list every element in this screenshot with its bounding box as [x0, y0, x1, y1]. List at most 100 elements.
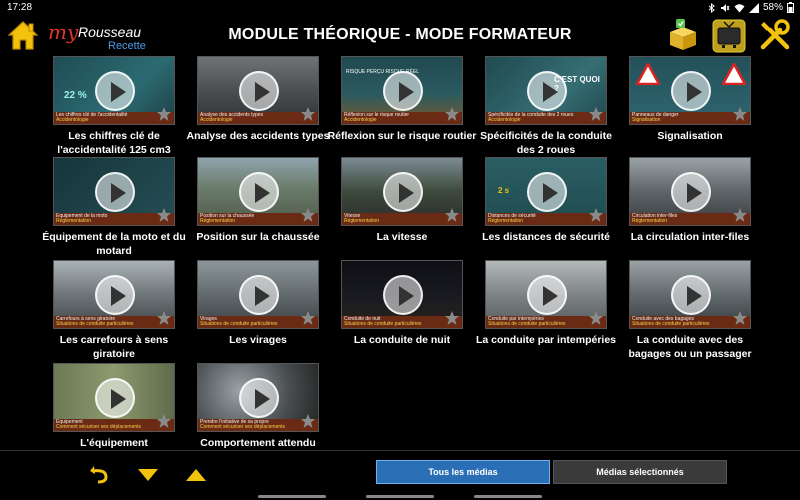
media-tile[interactable]: C'EST QUOI ? Spécificités de la conduite…: [480, 56, 612, 157]
logo-my: my: [48, 20, 79, 44]
tv-icon[interactable]: [712, 19, 746, 53]
tile-label: Analyse des accidents types: [186, 130, 330, 142]
tile-label: Position sur la chaussée: [196, 231, 320, 243]
play-icon[interactable]: [239, 71, 279, 111]
play-icon[interactable]: [383, 71, 423, 111]
media-thumbnail[interactable]: Équipement Comment sécuriser ses déplacem…: [53, 363, 175, 432]
star-icon[interactable]: [444, 207, 460, 223]
star-icon[interactable]: [588, 310, 604, 326]
media-tile[interactable]: Position sur la chaussée Réglementation P…: [196, 157, 320, 244]
selected-media-button[interactable]: Médias sélectionnés: [553, 460, 727, 484]
star-icon[interactable]: [588, 207, 604, 223]
play-icon[interactable]: [527, 172, 567, 212]
media-tile[interactable]: Circulation inter-files Réglementation La…: [629, 157, 751, 244]
star-icon[interactable]: [588, 106, 604, 122]
star-icon[interactable]: [300, 106, 316, 122]
media-tile[interactable]: Panneaux de danger Signalisation Signalis…: [629, 56, 751, 143]
media-thumbnail[interactable]: Conduite avec des bagages Situations de c…: [629, 260, 751, 329]
media-thumbnail[interactable]: Vitesse Réglementation: [341, 157, 463, 226]
media-grid: 22 % Les chiffres clé de l'accidentalité…: [0, 56, 800, 450]
play-icon[interactable]: [239, 378, 279, 418]
home-icon[interactable]: [6, 18, 40, 52]
play-icon[interactable]: [527, 275, 567, 315]
tile-label: La circulation inter-files: [630, 231, 750, 243]
star-icon[interactable]: [156, 413, 172, 429]
media-thumbnail[interactable]: 22 % Les chiffres clé de l'accidentalité…: [53, 56, 175, 125]
media-tile[interactable]: 2 s Distances de sécurité Réglementation …: [482, 157, 610, 244]
star-icon[interactable]: [444, 106, 460, 122]
media-thumbnail[interactable]: Carrefours à sens giratoire Situations de…: [53, 260, 175, 329]
play-icon[interactable]: [95, 275, 135, 315]
media-thumbnail[interactable]: C'EST QUOI ? Spécificités de la conduite…: [485, 56, 607, 125]
media-thumbnail[interactable]: Virages Situations de conduite particuliè…: [197, 260, 319, 329]
media-thumbnail[interactable]: Circulation inter-files Réglementation: [629, 157, 751, 226]
media-tile[interactable]: Vitesse Réglementation La vitesse: [341, 157, 463, 244]
media-thumbnail[interactable]: Prendre l'initiative de sa propre Comment…: [197, 363, 319, 432]
media-tile[interactable]: Prendre l'initiative de sa propre Comment…: [197, 363, 319, 450]
tile-label: Spécificités de la conduite des 2 roues: [480, 130, 612, 156]
tile-label: L'équipement: [80, 437, 148, 449]
media-tile[interactable]: 22 % Les chiffres clé de l'accidentalité…: [53, 56, 175, 157]
media-thumbnail[interactable]: Analyse des accidents types Accidentologi…: [197, 56, 319, 125]
media-thumbnail[interactable]: Conduite par intempéries Situations de co…: [485, 260, 607, 329]
play-icon[interactable]: [239, 275, 279, 315]
media-thumbnail[interactable]: RISQUE PERÇU RISQUE RÉEL Réflexion sur l…: [341, 56, 463, 125]
undo-icon[interactable]: [88, 463, 112, 485]
play-icon[interactable]: [671, 172, 711, 212]
star-icon[interactable]: [300, 207, 316, 223]
media-thumbnail[interactable]: 2 s Distances de sécurité Réglementation: [485, 157, 607, 226]
box-icon[interactable]: [666, 18, 700, 52]
media-tile[interactable]: Carrefours à sens giratoire Situations de…: [53, 260, 175, 361]
tile-label: La conduite de nuit: [353, 334, 451, 346]
play-icon[interactable]: [239, 172, 279, 212]
media-tile[interactable]: Conduite de nuit Situations de conduite p…: [341, 260, 463, 347]
star-icon[interactable]: [732, 106, 748, 122]
star-icon[interactable]: [444, 310, 460, 326]
star-icon[interactable]: [156, 106, 172, 122]
tile-label: Les chiffres clé de l'accidentalité 125 …: [57, 130, 171, 156]
app-logo: my Rousseau Recette: [48, 20, 148, 54]
play-icon[interactable]: [95, 71, 135, 111]
arrow-down-icon[interactable]: [136, 463, 160, 485]
logo-brand: Rousseau: [78, 24, 142, 40]
play-icon[interactable]: [383, 275, 423, 315]
tile-label: Les virages: [229, 334, 287, 346]
wifi-icon: [734, 3, 745, 12]
play-icon[interactable]: [671, 71, 711, 111]
all-media-button[interactable]: Tous les médias: [376, 460, 550, 484]
status-bar: 17:28 58%: [0, 0, 800, 16]
star-icon[interactable]: [732, 310, 748, 326]
media-tile[interactable]: Conduite par intempéries Situations de co…: [476, 260, 616, 347]
star-icon[interactable]: [156, 310, 172, 326]
media-tile[interactable]: RISQUE PERÇU RISQUE RÉEL Réflexion sur l…: [328, 56, 476, 143]
media-tile[interactable]: Équipement Comment sécuriser ses déplacem…: [53, 363, 175, 450]
nav-gesture-handle: [258, 495, 326, 498]
media-tile[interactable]: Virages Situations de conduite particuliè…: [197, 260, 319, 347]
tile-label: Comportement attendu: [200, 437, 316, 449]
play-icon[interactable]: [527, 71, 567, 111]
play-icon[interactable]: [383, 172, 423, 212]
bluetooth-icon: [708, 2, 715, 13]
battery-icon: [787, 2, 794, 13]
tile-label: La vitesse: [376, 231, 428, 243]
star-icon[interactable]: [732, 207, 748, 223]
status-icons: 58%: [708, 2, 794, 13]
play-icon[interactable]: [95, 378, 135, 418]
media-thumbnail[interactable]: Panneaux de danger Signalisation: [629, 56, 751, 125]
star-icon[interactable]: [300, 413, 316, 429]
nav-gesture-handle: [366, 495, 434, 498]
media-thumbnail[interactable]: Équipement de la moto Réglementation: [53, 157, 175, 226]
arrow-up-icon[interactable]: [184, 463, 208, 485]
media-thumbnail[interactable]: Position sur la chaussée Réglementation: [197, 157, 319, 226]
media-tile[interactable]: Analyse des accidents types Accidentologi…: [187, 56, 330, 143]
tile-label: Réflexion sur le risque routier: [327, 130, 477, 142]
play-icon[interactable]: [671, 275, 711, 315]
play-icon[interactable]: [95, 172, 135, 212]
tools-icon[interactable]: [758, 18, 792, 52]
star-icon[interactable]: [156, 207, 172, 223]
media-thumbnail[interactable]: Conduite de nuit Situations de conduite p…: [341, 260, 463, 329]
star-icon[interactable]: [300, 310, 316, 326]
tile-label: Signalisation: [657, 130, 723, 142]
media-tile[interactable]: Conduite avec des bagages Situations de c…: [628, 260, 752, 361]
media-tile[interactable]: Équipement de la moto Réglementation Équi…: [42, 157, 186, 258]
